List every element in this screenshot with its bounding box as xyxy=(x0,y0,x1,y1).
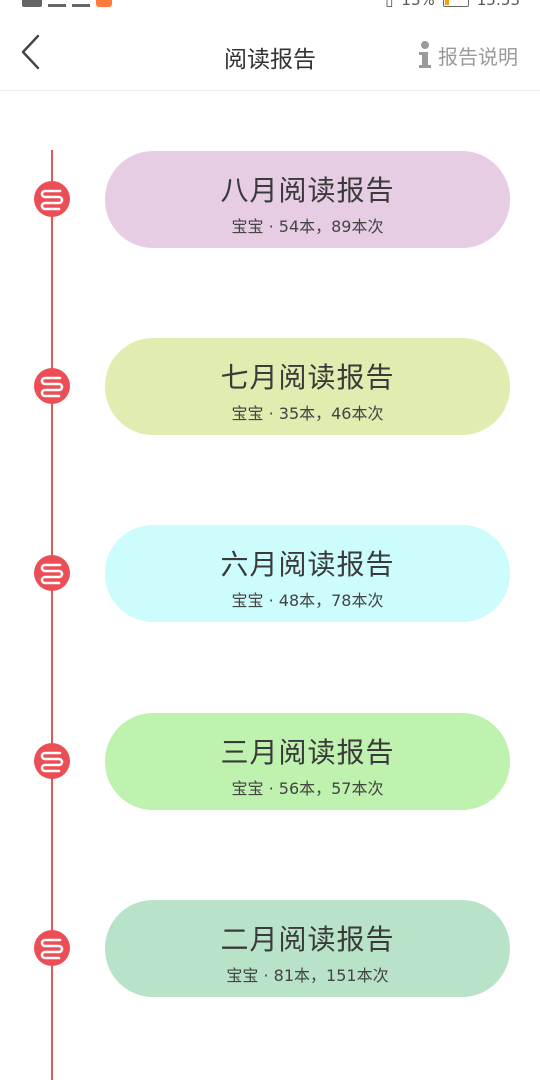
notification-badge-icon xyxy=(96,0,112,7)
timeline-node-icon xyxy=(34,930,70,966)
signal-icon-2 xyxy=(72,0,90,7)
info-icon xyxy=(419,41,431,68)
report-card-stats: 宝宝 · 81本，151本次 xyxy=(226,966,389,985)
battery-icon xyxy=(442,0,469,7)
status-bar: ▯ 13% 15:53 xyxy=(0,0,540,12)
timeline-node-icon xyxy=(34,368,70,404)
timeline-node-icon xyxy=(34,555,70,591)
report-card-july[interactable]: 七月阅读报告 宝宝 · 35本，46本次 xyxy=(105,338,510,435)
report-card-stats: 宝宝 · 56本，57本次 xyxy=(231,779,384,798)
report-help-button[interactable]: 报告说明 xyxy=(418,40,518,70)
report-card-august[interactable]: 八月阅读报告 宝宝 · 54本，89本次 xyxy=(105,151,510,248)
report-card-stats: 宝宝 · 35本，46本次 xyxy=(231,404,384,423)
report-card-title: 三月阅读报告 xyxy=(220,736,395,769)
signal-icon xyxy=(48,0,66,7)
report-card-title: 八月阅读报告 xyxy=(220,174,395,207)
carrier-icon xyxy=(22,0,42,7)
timeline-node-icon xyxy=(34,181,70,217)
report-card-stats: 宝宝 · 54本，89本次 xyxy=(231,217,384,236)
report-help-label: 报告说明 xyxy=(438,44,518,69)
status-time: 15:53 xyxy=(476,0,520,9)
report-card-march[interactable]: 三月阅读报告 宝宝 · 56本，57本次 xyxy=(105,713,510,810)
report-card-february[interactable]: 二月阅读报告 宝宝 · 81本，151本次 xyxy=(105,900,510,997)
header-bar: 阅读报告 报告说明 xyxy=(0,12,540,91)
report-card-june[interactable]: 六月阅读报告 宝宝 · 48本，78本次 xyxy=(105,525,510,622)
report-card-title: 二月阅读报告 xyxy=(220,923,395,956)
report-card-title: 六月阅读报告 xyxy=(220,548,395,581)
status-bar-right: ▯ 13% 15:53 xyxy=(385,0,520,9)
battery-percent: 13% xyxy=(401,0,435,9)
timeline-node-icon xyxy=(34,743,70,779)
report-card-stats: 宝宝 · 48本，78本次 xyxy=(231,591,384,610)
report-card-title: 七月阅读报告 xyxy=(220,361,395,394)
status-bar-left xyxy=(22,0,112,7)
vibrate-icon: ▯ xyxy=(385,0,394,9)
